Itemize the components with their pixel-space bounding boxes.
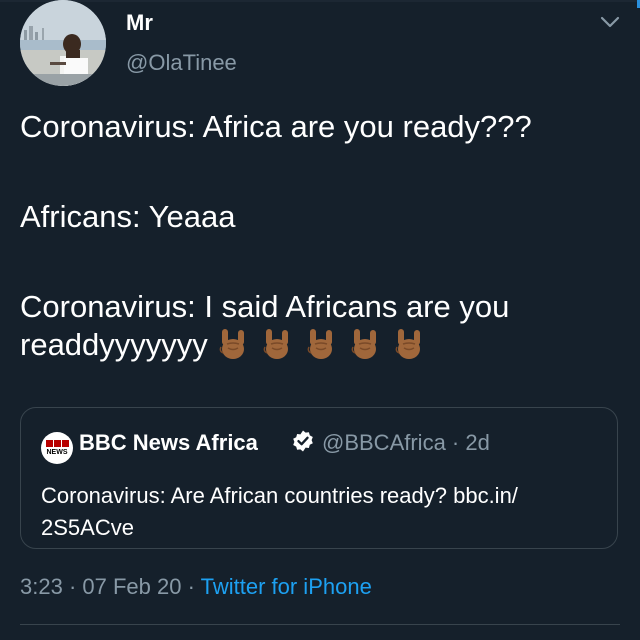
- tweet-line: Coronavirus: Africa are you ready???: [20, 109, 532, 144]
- tweet-line: Coronavirus: I said Africans are you: [20, 289, 510, 324]
- verified-badge-icon: [293, 430, 313, 452]
- top-edge: [0, 0, 640, 2]
- sign-of-horns-icon: [262, 327, 292, 370]
- tweet-line: Africans: Yeaaa: [20, 199, 236, 234]
- sign-of-horns-icon: [394, 327, 424, 370]
- tweet-footer: 3:23 · 07 Feb 20 · Twitter for iPhone: [20, 574, 372, 599]
- horns-emoji-group: [218, 327, 438, 370]
- quoted-meta: @BBCAfrica · 2d: [322, 430, 490, 455]
- chevron-down-icon[interactable]: [598, 12, 622, 32]
- bbc-blocks: [46, 440, 69, 447]
- display-name[interactable]: Mr: [126, 10, 153, 36]
- tweet-time: 3:23: [20, 574, 63, 599]
- sign-of-horns-icon: [306, 327, 336, 370]
- tweet-line-text: readdyyyyyyy: [20, 327, 208, 362]
- bbc-news-logo[interactable]: NEWS: [41, 432, 73, 464]
- quoted-time: 2d: [465, 430, 490, 455]
- quoted-handle[interactable]: @BBCAfrica: [322, 430, 446, 455]
- user-handle[interactable]: @OlaTinee: [126, 50, 237, 76]
- quoted-tweet-card[interactable]: NEWS BBC News Africa @BBCAfrica · 2d Cor…: [20, 407, 618, 549]
- tweet-source-link[interactable]: Twitter for iPhone: [201, 574, 372, 599]
- sign-of-horns-icon: [218, 327, 248, 370]
- tweet-text: Coronavirus: Africa are you ready??? Afr…: [20, 108, 620, 370]
- quoted-display-name[interactable]: BBC News Africa: [79, 430, 258, 456]
- tweet-date: 07 Feb 20: [82, 574, 182, 599]
- divider: [20, 624, 620, 625]
- tweet-line: readdyyyyyyy: [20, 326, 620, 370]
- sign-of-horns-icon: [350, 327, 380, 370]
- quoted-tweet-text: Coronavirus: Are African countries ready…: [41, 483, 518, 540]
- logo-news-text: NEWS: [46, 449, 68, 456]
- avatar[interactable]: [20, 0, 106, 86]
